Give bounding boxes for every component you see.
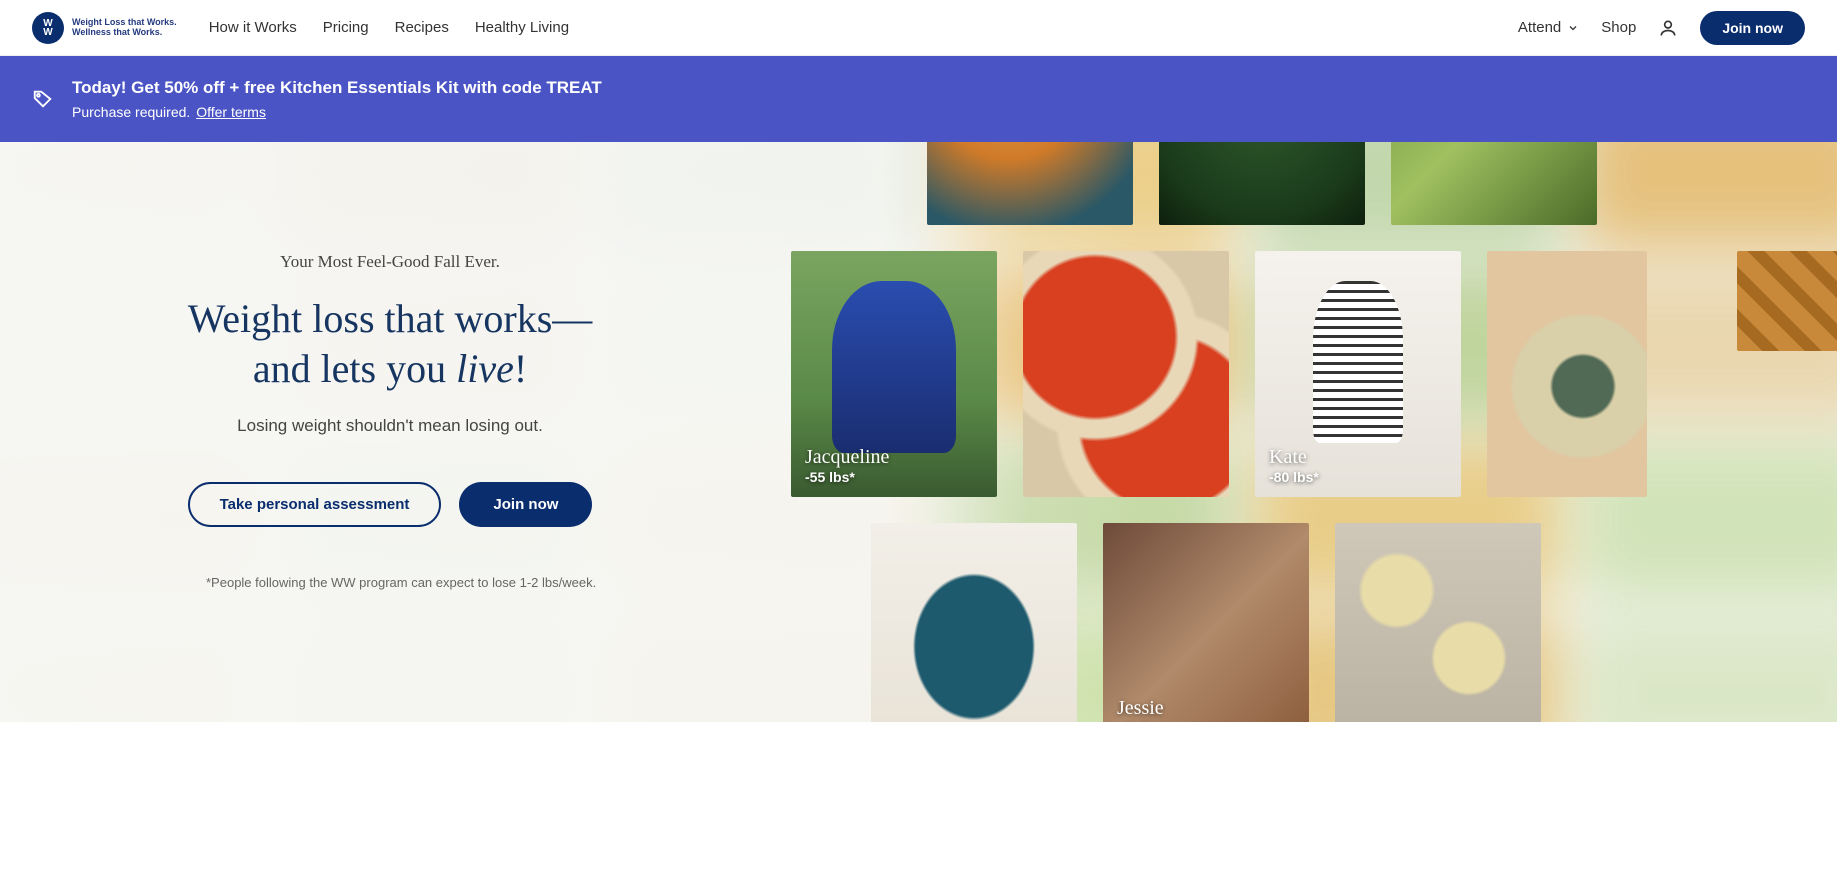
nav-right: Attend Shop Join now [1518, 11, 1805, 45]
nav-attend[interactable]: Attend [1518, 19, 1579, 36]
food-tile [927, 142, 1133, 225]
food-tile [1023, 251, 1229, 497]
food-tile [1487, 251, 1647, 497]
promo-banner[interactable]: Today! Get 50% off + free Kitchen Essent… [0, 56, 1837, 142]
hero-sub: Losing weight shouldn't mean losing out. [60, 416, 720, 436]
nav-recipes[interactable]: Recipes [395, 19, 449, 36]
chevron-down-icon [1567, 22, 1579, 34]
user-icon[interactable] [1658, 18, 1678, 38]
hero-text: Your Most Feel-Good Fall Ever. Weight lo… [0, 142, 780, 722]
logo-tagline: Weight Loss that Works. Wellness that Wo… [72, 18, 177, 38]
testimonial-tile-jacqueline: Jacqueline-55 lbs* [791, 251, 997, 497]
hero-eyebrow: Your Most Feel-Good Fall Ever. [60, 252, 720, 272]
hero-heading: Weight loss that works— and lets you liv… [60, 294, 720, 394]
tag-icon [32, 88, 54, 110]
nav-pricing[interactable]: Pricing [323, 19, 369, 36]
food-tile [871, 523, 1077, 722]
food-tile [1159, 142, 1365, 225]
food-tile [1391, 142, 1597, 225]
cta-row: Take personal assessment Join now [60, 482, 720, 527]
promo-sub: Purchase required. Offer terms [72, 104, 602, 120]
nav-how-it-works[interactable]: How it Works [209, 19, 297, 36]
offer-terms-link[interactable]: Offer terms [196, 104, 266, 120]
nav-shop[interactable]: Shop [1601, 19, 1636, 36]
logo-mark: WW [32, 12, 64, 44]
gallery: Jacqueline-55 lbs* Kate-80 lbs* Jessie-4… [777, 142, 1837, 722]
testimonial-tile-kate: Kate-80 lbs* [1255, 251, 1461, 497]
food-tile [1737, 251, 1837, 351]
take-assessment-button[interactable]: Take personal assessment [188, 482, 442, 527]
testimonial-tile-jessie: Jessie-49 lbs* [1103, 523, 1309, 722]
hero-disclaimer: *People following the WW program can exp… [60, 575, 720, 590]
logo[interactable]: WW Weight Loss that Works. Wellness that… [32, 12, 177, 44]
promo-headline: Today! Get 50% off + free Kitchen Essent… [72, 78, 602, 98]
join-now-button-header[interactable]: Join now [1700, 11, 1805, 45]
nav-main: How it Works Pricing Recipes Healthy Liv… [209, 19, 569, 36]
hero: Your Most Feel-Good Fall Ever. Weight lo… [0, 142, 1837, 722]
join-now-button-hero[interactable]: Join now [459, 482, 592, 527]
nav-healthy-living[interactable]: Healthy Living [475, 19, 569, 36]
header: WW Weight Loss that Works. Wellness that… [0, 0, 1837, 56]
food-tile [1335, 523, 1541, 722]
